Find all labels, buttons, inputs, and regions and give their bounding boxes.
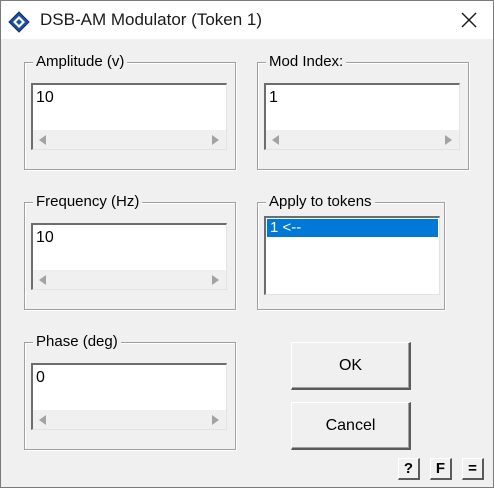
window-title: DSB-AM Modulator (Token 1) bbox=[40, 10, 263, 29]
amplitude-value: 10 bbox=[36, 89, 54, 106]
scroll-right-icon[interactable] bbox=[212, 135, 219, 145]
apply-tokens-group: Apply to tokens 1 <-- bbox=[257, 192, 445, 310]
frequency-group: Frequency (Hz) 10 bbox=[24, 192, 236, 310]
phase-group: Phase (deg) 0 bbox=[24, 332, 236, 450]
dialog-window: DSB-AM Modulator (Token 1) Amplitude (v)… bbox=[0, 0, 494, 488]
frequency-label: Frequency (Hz) bbox=[33, 192, 143, 212]
mod-index-scrollbar[interactable] bbox=[266, 130, 459, 149]
phase-scrollbar[interactable] bbox=[33, 410, 226, 429]
mod-index-label: Mod Index: bbox=[266, 52, 347, 72]
scroll-left-icon[interactable] bbox=[39, 135, 46, 145]
scroll-left-icon[interactable] bbox=[39, 275, 46, 285]
amplitude-scrollbar[interactable] bbox=[33, 130, 226, 149]
scroll-left-icon[interactable] bbox=[39, 415, 46, 425]
tokens-listbox[interactable]: 1 <-- bbox=[264, 216, 440, 295]
amplitude-label: Amplitude (v) bbox=[33, 52, 128, 72]
app-diamond-icon bbox=[8, 11, 30, 33]
close-icon bbox=[461, 12, 477, 28]
cancel-button[interactable]: Cancel bbox=[291, 402, 411, 450]
mod-index-group: Mod Index: 1 bbox=[257, 52, 469, 170]
ok-button[interactable]: OK bbox=[291, 342, 411, 390]
amplitude-field[interactable]: 10 bbox=[31, 83, 227, 150]
scroll-right-icon[interactable] bbox=[212, 275, 219, 285]
f-button[interactable]: F bbox=[430, 458, 452, 480]
close-button[interactable] bbox=[449, 3, 489, 37]
frequency-field[interactable]: 10 bbox=[31, 223, 227, 290]
phase-field[interactable]: 0 bbox=[31, 363, 227, 430]
frequency-scrollbar[interactable] bbox=[33, 270, 226, 289]
mod-index-field[interactable]: 1 bbox=[264, 83, 460, 150]
mod-index-value: 1 bbox=[269, 89, 278, 106]
help-button[interactable]: ? bbox=[398, 458, 420, 480]
title-bar: DSB-AM Modulator (Token 1) bbox=[1, 1, 493, 39]
scroll-left-icon[interactable] bbox=[272, 135, 279, 145]
equals-button[interactable]: = bbox=[462, 458, 484, 480]
apply-tokens-label: Apply to tokens bbox=[266, 192, 375, 212]
scroll-right-icon[interactable] bbox=[445, 135, 452, 145]
amplitude-group: Amplitude (v) 10 bbox=[24, 52, 236, 170]
list-item-token-1[interactable]: 1 <-- bbox=[267, 219, 438, 237]
phase-value: 0 bbox=[36, 369, 45, 386]
phase-label: Phase (deg) bbox=[33, 332, 121, 352]
frequency-value: 10 bbox=[36, 229, 54, 246]
scroll-right-icon[interactable] bbox=[212, 415, 219, 425]
